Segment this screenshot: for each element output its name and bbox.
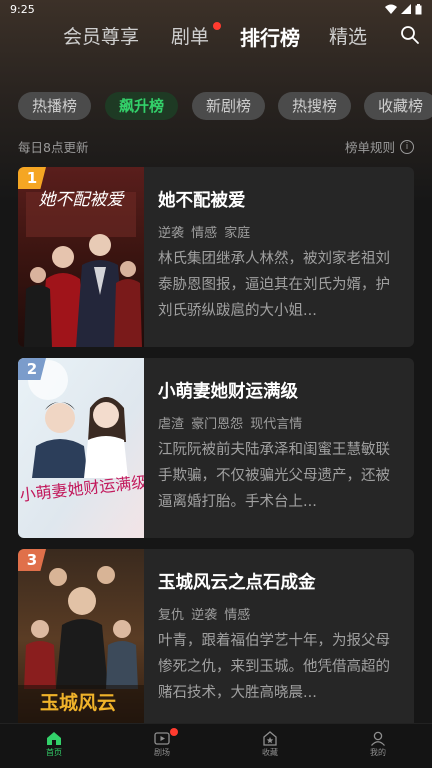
nav-theater-label: 剧场 [154,748,170,757]
tab-featured[interactable]: 精选 [329,22,367,49]
status-bar: 9:25 [0,0,432,18]
drama-tags: 复仇 逆袭 情感 [158,608,251,623]
top-tab-bar: 会员尊享 剧单 排行榜 精选 [0,18,432,54]
update-note: 每日8点更新 [18,140,89,155]
drama-tags: 逆袭 情感 家庭 [158,226,251,241]
status-icons [385,3,422,15]
poster-title-text: 她不配被爱 [39,190,126,210]
tab-playlist[interactable]: 剧单 [171,22,209,49]
drama-tags: 虐渣 豪门恩怨 现代言情 [158,417,303,432]
profile-icon [371,731,385,746]
ranking-card[interactable]: 她不配被爱 1 她不配被爱 逆袭 情感 家庭 林氏集团继承人林然，被刘家老祖刘泰… [18,167,414,347]
poster-title-text: 玉城风云 [40,691,116,714]
nav-profile[interactable]: 我的 [324,724,432,768]
drama-description: 林氏集团继承人林然，被刘家老祖刘泰胁恩图报，逼迫其在刘氏为婿，护刘氏骄纵跋扈的大… [158,251,390,319]
nav-theater[interactable]: 剧场 [108,724,216,768]
info-icon: i [400,139,414,154]
rules-link[interactable]: 榜单规则 i [345,137,414,156]
nav-favorites[interactable]: 收藏 [216,724,324,768]
drama-title: 玉城风云之点石成金 [158,573,316,593]
battery-icon [415,3,422,14]
chip-hot-play[interactable]: 热播榜 [18,92,92,120]
bottom-navigation: 首页 剧场 收藏 我的 [0,723,432,768]
playlist-badge-dot [213,22,221,30]
chip-favorites[interactable]: 收藏榜 [364,92,432,120]
nav-profile-label: 我的 [370,748,386,757]
search-icon[interactable] [400,25,420,45]
drama-title: 小萌妻她财运满级 [158,382,298,402]
status-time: 9:25 [10,2,35,16]
nav-home[interactable]: 首页 [0,724,108,768]
bookmark-icon [263,731,277,746]
poster-image: 小萌妻她财运满级 [18,358,144,538]
nav-favorites-label: 收藏 [262,748,278,757]
theater-badge-dot [170,728,178,736]
wifi-icon [385,4,397,14]
ranking-subheader: 每日8点更新 榜单规则 i [18,137,414,155]
ranking-category-chips: 热播榜 飙升榜 新剧榜 热搜榜 收藏榜 [18,92,432,122]
tab-vip[interactable]: 会员尊享 [63,22,139,49]
ranking-card[interactable]: 玉城风云 3 玉城风云之点石成金 复仇 逆袭 情感 叶青，跟着福伯学艺十年，为报… [18,549,414,729]
poster-image: 玉城风云 [18,549,144,729]
tab-ranking[interactable]: 排行榜 [240,22,300,51]
rules-link-label: 榜单规则 [344,140,395,155]
ranking-card[interactable]: 小萌妻她财运满级 2 小萌妻她财运满级 虐渣 豪门恩怨 现代言情 江阮阮被前夫陆… [18,358,414,538]
chip-new[interactable]: 新剧榜 [192,92,266,120]
theater-icon [154,732,170,745]
drama-description: 江阮阮被前夫陆承泽和闺蜜王慧敏联手欺骗，不仅被骗光父母遗产，还被逼离婚打胎。手术… [158,442,390,510]
poster-image: 她不配被爱 [18,167,144,347]
chip-hot-search[interactable]: 热搜榜 [278,92,352,120]
drama-description: 叶青，跟着福伯学艺十年，为报父母惨死之仇，来到玉城。他凭借高超的赌石技术，大胜高… [158,633,390,701]
drama-title: 她不配被爱 [158,191,246,211]
home-icon [47,732,61,745]
chip-rising[interactable]: 飙升榜 [105,92,179,120]
nav-home-label: 首页 [46,748,62,757]
signal-icon [401,4,411,14]
